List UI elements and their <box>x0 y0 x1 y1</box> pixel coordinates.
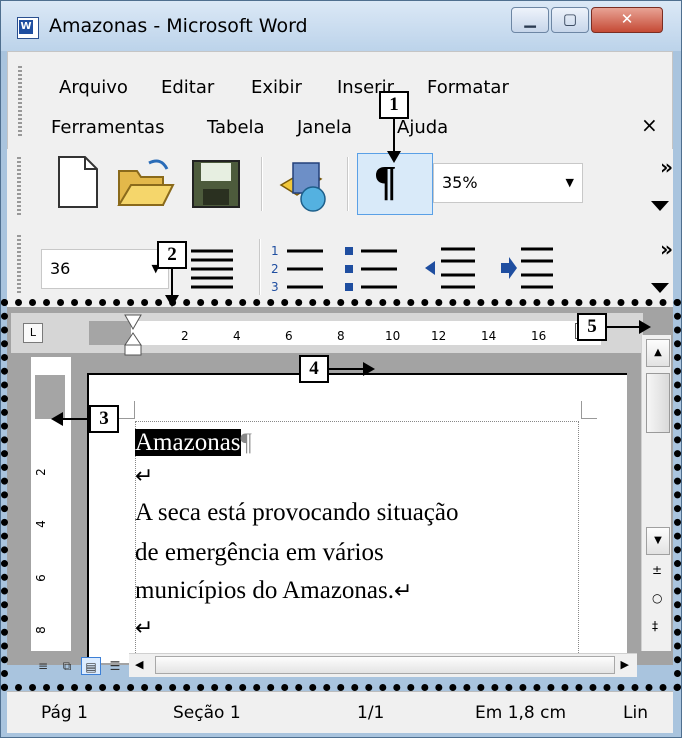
status-position: Em 1,8 cm <box>475 703 567 723</box>
maximize-button[interactable]: ▢ <box>551 7 589 33</box>
menu-grip[interactable] <box>18 66 22 138</box>
menu-arquivo[interactable]: Arquivo <box>59 77 128 98</box>
chevron-down-icon[interactable]: ▼ <box>566 164 574 202</box>
callout-2: 2 <box>157 241 187 269</box>
callout-arrow <box>329 368 365 370</box>
minimize-button[interactable]: ▁ <box>511 7 549 33</box>
bullet-list-icon[interactable] <box>343 241 399 295</box>
menu-janela[interactable]: Janela <box>297 117 352 138</box>
justify-icon[interactable] <box>187 243 237 293</box>
status-section: Seção 1 <box>173 703 241 723</box>
title-bar[interactable]: W Amazonas - Microsoft Word ▁ ▢ ✕ <box>1 1 681 51</box>
open-folder-icon[interactable] <box>115 157 177 211</box>
callout-5: 5 <box>577 313 607 341</box>
status-pages: 1/1 <box>357 703 385 723</box>
window-title: Amazonas - Microsoft Word <box>49 15 308 37</box>
toolbar-options-icon[interactable] <box>651 201 669 211</box>
close-icon: ✕ <box>620 10 634 28</box>
save-disk-icon[interactable] <box>189 157 243 211</box>
svg-text:2: 2 <box>271 262 279 276</box>
zoom-value: 35% <box>442 173 478 192</box>
increase-indent-icon[interactable] <box>499 241 555 295</box>
zoom-combo[interactable]: 35% ▼ <box>433 163 583 203</box>
arrow-head-icon <box>639 320 651 334</box>
status-bar <box>7 691 673 733</box>
toolbar-separator <box>347 157 349 211</box>
callout-arrow <box>63 418 89 420</box>
font-size-value: 36 <box>50 259 71 278</box>
callout-4: 4 <box>299 355 329 383</box>
word-window: W Amazonas - Microsoft Word ▁ ▢ ✕ Arquiv… <box>0 0 682 738</box>
insert-object-icon[interactable] <box>271 155 335 213</box>
menu-tabela[interactable]: Tabela <box>207 117 265 138</box>
callout-3: 3 <box>89 405 119 433</box>
status-page: Pág 1 <box>41 703 88 723</box>
arrow-head-icon <box>387 151 401 163</box>
menu-formatar[interactable]: Formatar <box>427 77 509 98</box>
numbered-list-icon[interactable]: 1 2 3 <box>269 241 325 295</box>
arrow-head-icon <box>51 412 63 426</box>
status-line: Lin <box>623 703 648 723</box>
close-window-button[interactable]: ✕ <box>591 7 663 33</box>
callout-1: 1 <box>379 91 409 119</box>
pilcrow-icon: ¶ <box>374 159 397 205</box>
decrease-indent-icon[interactable] <box>421 241 477 295</box>
menu-editar[interactable]: Editar <box>161 77 214 98</box>
font-size-combo[interactable]: 36 ▼ <box>41 249 169 289</box>
toolbar-more-button[interactable]: » <box>660 155 673 179</box>
arrow-head-icon <box>165 295 179 307</box>
toolbar-more-button[interactable]: » <box>660 237 673 261</box>
highlight-frame <box>1 299 681 691</box>
svg-text:1: 1 <box>271 244 279 258</box>
toolbar-separator <box>259 239 261 295</box>
svg-text:3: 3 <box>271 280 279 294</box>
close-document-button[interactable]: × <box>641 113 658 137</box>
toolbar-grip[interactable] <box>17 235 21 295</box>
new-document-icon[interactable] <box>49 155 105 211</box>
menu-ferramentas[interactable]: Ferramentas <box>51 117 164 138</box>
maximize-icon: ▢ <box>562 10 578 28</box>
menu-exibir[interactable]: Exibir <box>251 77 302 98</box>
callout-arrow <box>607 326 641 328</box>
word-app-icon[interactable]: W <box>17 17 39 39</box>
toolbar-separator <box>261 157 263 211</box>
toolbar-grip[interactable] <box>17 157 21 217</box>
toolbar-options-icon[interactable] <box>651 283 669 293</box>
minimize-icon: ▁ <box>524 10 536 28</box>
menu-ajuda[interactable]: Ajuda <box>397 117 448 138</box>
arrow-head-icon <box>363 362 375 376</box>
